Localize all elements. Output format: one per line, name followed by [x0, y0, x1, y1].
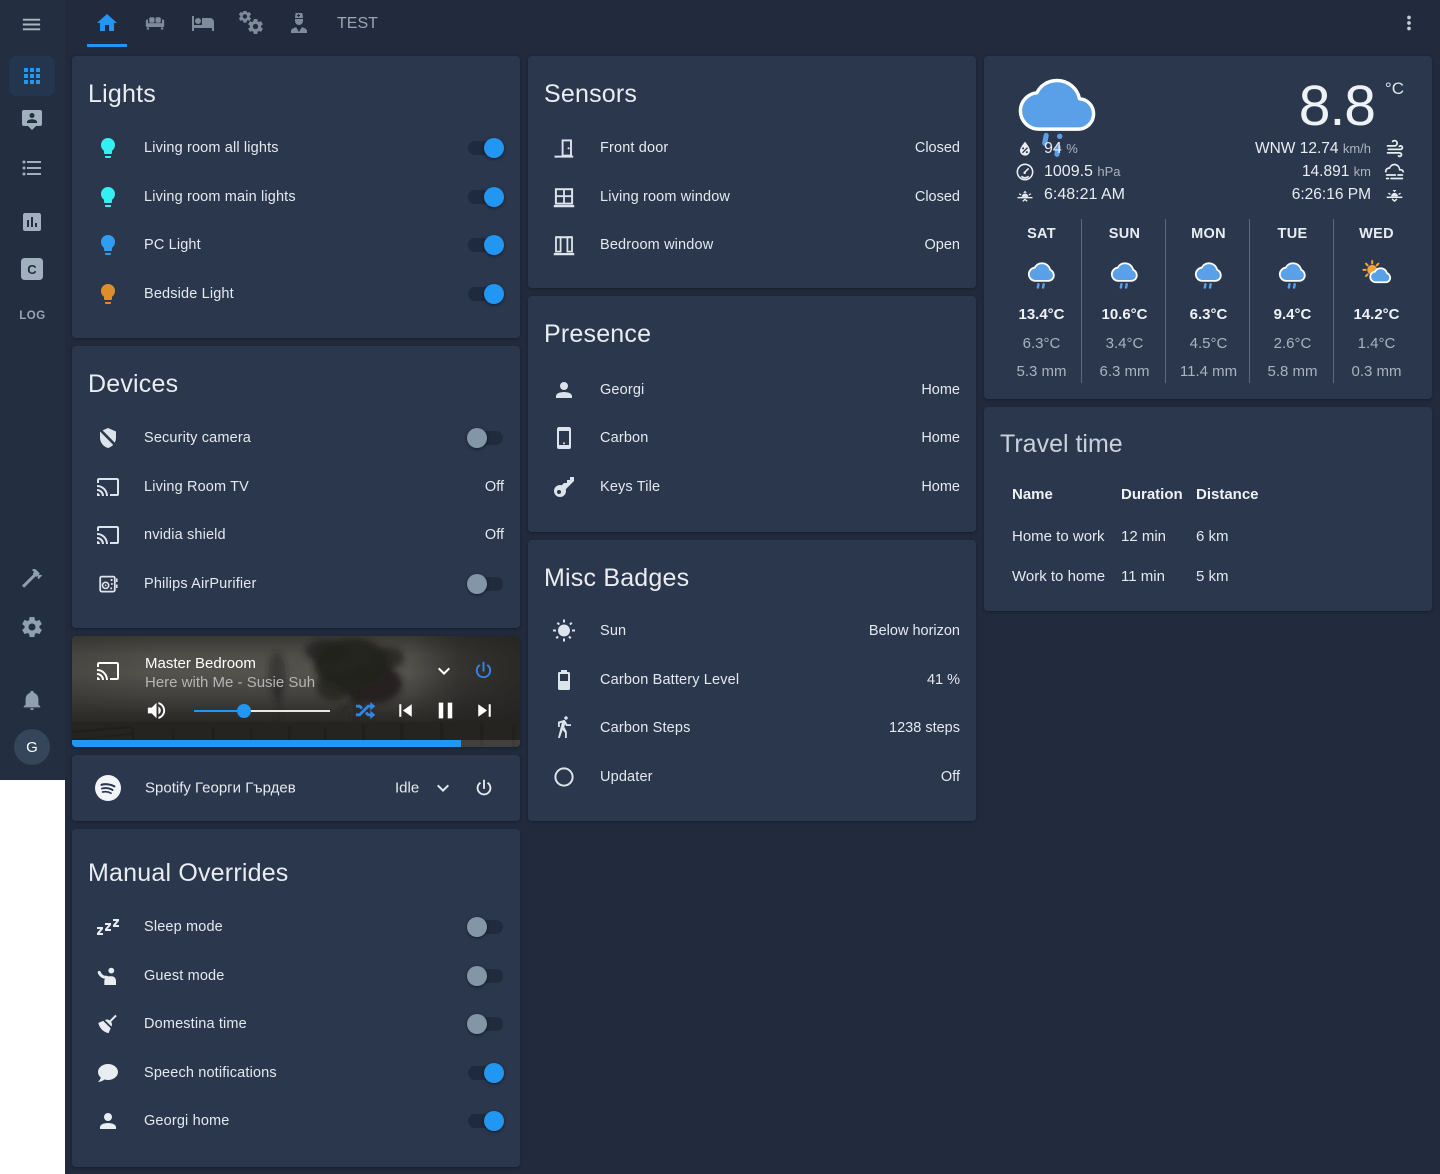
- svg-text:C: C: [27, 262, 37, 277]
